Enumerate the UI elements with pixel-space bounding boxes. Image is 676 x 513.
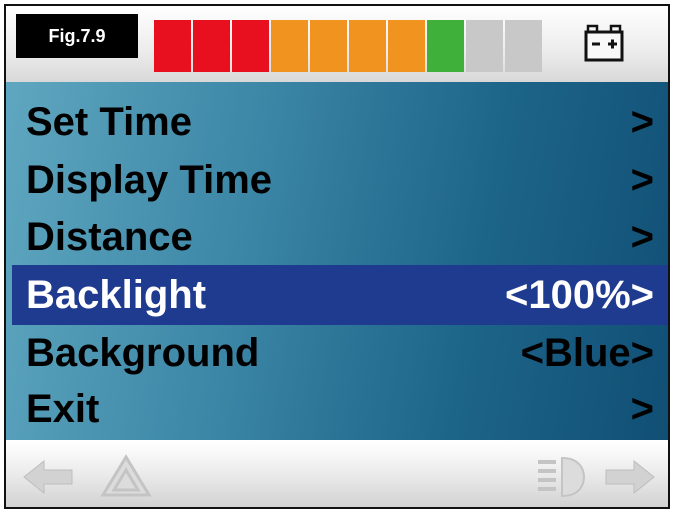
menu-item-backlight[interactable]: Backlight <100%> [12, 265, 668, 325]
menu-item-value: > [630, 214, 654, 259]
menu-item-label: Background [26, 330, 260, 375]
battery-segment [310, 20, 347, 72]
battery-segment [271, 20, 308, 72]
menu-item-value: > [630, 157, 654, 202]
battery-segment [466, 20, 503, 72]
menu-item-value: <100%> [504, 272, 654, 317]
menu-item-background[interactable]: Background <Blue> [6, 324, 668, 382]
settings-menu: Set Time > Display Time > Distance > Bac… [6, 82, 668, 440]
menu-item-label: Backlight [26, 272, 207, 317]
menu-item-label: Set Time [26, 99, 192, 144]
battery-segment [388, 20, 425, 72]
menu-item-value: <Blue> [520, 330, 654, 375]
headlight-icon[interactable] [534, 454, 586, 500]
arrow-right-icon[interactable] [604, 459, 656, 495]
battery-segment [349, 20, 386, 72]
battery-icon [584, 24, 624, 62]
battery-segment [154, 20, 191, 72]
warning-triangle-icon[interactable] [100, 454, 152, 498]
battery-segment [427, 20, 464, 72]
menu-item-value: > [630, 386, 654, 431]
menu-item-display-time[interactable]: Display Time > [6, 151, 668, 209]
battery-segment [232, 20, 269, 72]
battery-gauge [154, 20, 542, 72]
menu-item-exit[interactable]: Exit > [6, 380, 668, 438]
figure-label: Fig.7.9 [16, 14, 138, 58]
menu-item-label: Exit [26, 386, 100, 431]
menu-item-label: Distance [26, 214, 193, 259]
menu-item-distance[interactable]: Distance > [6, 208, 668, 266]
menu-item-value: > [630, 99, 654, 144]
status-bar: Fig.7.9 [6, 6, 668, 82]
bottom-bar [6, 442, 668, 507]
battery-segment [193, 20, 230, 72]
battery-segment [505, 20, 542, 72]
menu-item-label: Display Time [26, 157, 273, 202]
display-screen: Fig.7.9 Set Time > Display Time > Distan… [4, 4, 670, 509]
menu-item-set-time[interactable]: Set Time > [6, 93, 668, 151]
arrow-left-icon[interactable] [22, 459, 74, 495]
